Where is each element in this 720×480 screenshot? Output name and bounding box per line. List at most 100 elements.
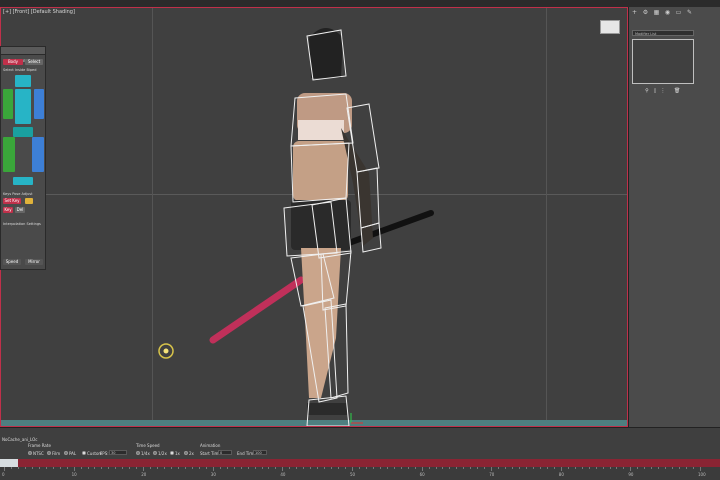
spine-button[interactable] — [15, 89, 31, 124]
ruler-minor-tick — [553, 467, 555, 469]
make-unique-icon[interactable]: ⋮ — [660, 88, 666, 94]
ruler-minor-tick — [616, 467, 618, 469]
r-leg-button[interactable] — [32, 137, 44, 172]
time-slider[interactable] — [0, 459, 18, 467]
scene-canvas[interactable] — [1, 8, 628, 427]
mirror-button[interactable]: Mirror — [25, 259, 43, 265]
pelvis-button[interactable] — [13, 127, 33, 137]
speed-2x-radio[interactable] — [184, 451, 188, 455]
ruler-minor-tick — [66, 467, 68, 469]
pal-radio[interactable] — [64, 451, 68, 455]
foot-button[interactable] — [13, 177, 33, 185]
ruler-minor-tick — [637, 467, 639, 469]
viewport-front[interactable]: [+] [Front] [Default Shading] — [0, 7, 628, 427]
biped-floater-panel[interactable]: Biped Pose Editor Body Select Select Ins… — [0, 46, 46, 270]
speed-button[interactable]: Speed — [3, 259, 21, 265]
floater-title-bar[interactable]: Biped Pose Editor — [1, 47, 45, 63]
ruler-minor-tick — [317, 467, 319, 469]
key-yellow-button[interactable] — [25, 198, 33, 204]
speed-1x-label: 1x — [175, 451, 180, 456]
modifier-stack[interactable] — [632, 39, 694, 84]
set-key-button[interactable]: Set Key — [3, 198, 21, 204]
ruler-tick — [282, 467, 284, 471]
start-time-field[interactable]: 0 — [218, 450, 232, 455]
speed-1x-radio[interactable] — [170, 451, 174, 455]
ruler-minor-tick — [442, 467, 444, 469]
ntsc-radio[interactable] — [28, 451, 32, 455]
ruler-minor-tick — [505, 467, 507, 469]
head-button[interactable] — [15, 75, 31, 87]
ruler-tick-label: 70 — [489, 472, 495, 477]
ruler-tick — [421, 467, 423, 471]
ruler-tick-label: 60 — [419, 472, 425, 477]
delete-key-button[interactable]: Del — [15, 207, 25, 213]
ruler-minor-tick — [178, 467, 179, 469]
ruler-minor-tick — [449, 467, 451, 469]
ruler-minor-tick — [59, 467, 61, 469]
ruler-minor-tick — [588, 467, 590, 469]
key-button[interactable]: Key — [3, 207, 13, 213]
frame-rate-title: Frame Rate — [28, 443, 51, 448]
ruler-minor-tick — [512, 467, 514, 469]
ruler-minor-tick — [463, 467, 465, 469]
hierarchy-icon[interactable]: ▦ — [653, 9, 660, 16]
frame-ruler[interactable]: 0 10 20 30 40 50 60 70 80 90 100 — [0, 467, 720, 480]
ruler-minor-tick — [623, 467, 625, 469]
ruler-minor-tick — [115, 467, 117, 469]
time-configuration-panel[interactable]: NoCache_ani_LOc Frame Rate NTSC Film PAL… — [0, 427, 720, 460]
motion-icon[interactable]: ◉ — [664, 9, 671, 16]
utilities-icon[interactable]: ✎ — [686, 9, 693, 16]
timeline-track[interactable] — [0, 459, 720, 467]
command-panel[interactable]: + ⚙ ▦ ◉ ▭ ✎ Modifier List ⚲ ▯ ⋮ 🗑 — [628, 7, 720, 427]
create-tab[interactable]: + — [631, 9, 638, 16]
ruler-tick-label: 90 — [628, 472, 634, 477]
speed-2x-label: 2x — [189, 451, 194, 456]
end-time-field[interactable]: 100 — [253, 450, 267, 455]
ruler-minor-tick — [310, 467, 312, 469]
modifier-list-dropdown[interactable]: Modifier List — [632, 30, 694, 36]
ruler-minor-tick — [379, 467, 381, 469]
display-icon[interactable]: ▭ — [675, 9, 682, 16]
pin-stack-icon[interactable]: ⚲ — [644, 88, 650, 94]
custom-radio[interactable] — [82, 451, 86, 455]
fps-field[interactable]: 30 — [109, 450, 127, 455]
ruler-minor-tick — [644, 467, 646, 469]
sword-blade[interactable] — [209, 276, 305, 344]
ruler-minor-tick — [686, 467, 688, 469]
remove-modifier-icon[interactable]: 🗑 — [674, 88, 680, 94]
ruler-tick-label: 40 — [280, 472, 286, 477]
select-inside-label[interactable]: Select Inside Biped — [3, 68, 36, 72]
select-button[interactable]: Select — [25, 59, 43, 65]
ruler-minor-tick — [546, 467, 548, 469]
ruler-minor-tick — [129, 467, 131, 469]
film-radio[interactable] — [47, 451, 51, 455]
l-clavicle-button[interactable] — [3, 89, 13, 119]
ruler-tick — [73, 467, 75, 471]
move-gizmo-icon[interactable] — [350, 413, 363, 424]
ruler-minor-tick — [87, 467, 89, 469]
interpolation-label: Interpolation Settings — [3, 222, 41, 226]
ruler-minor-tick — [602, 467, 604, 469]
r-clavicle-button[interactable] — [34, 89, 44, 119]
body-button[interactable]: Body — [3, 59, 23, 65]
l-leg-button[interactable] — [3, 137, 15, 172]
speed-quarter-radio[interactable] — [136, 451, 140, 455]
speed-half-radio[interactable] — [153, 451, 157, 455]
ruler-minor-tick — [609, 467, 611, 469]
ruler-minor-tick — [393, 467, 395, 469]
ruler-minor-tick — [595, 467, 597, 469]
ruler-tick — [630, 467, 632, 471]
main-toolbar — [0, 0, 720, 7]
ruler-minor-tick — [331, 467, 333, 469]
ruler-tick-label: 20 — [141, 472, 147, 477]
ruler-minor-tick — [108, 467, 110, 469]
modify-icon[interactable]: ⚙ — [642, 9, 649, 16]
ruler-minor-tick — [219, 467, 221, 469]
speed-half-label: 1/2x — [158, 451, 167, 456]
film-label: Film — [52, 451, 61, 456]
ruler-minor-tick — [407, 467, 409, 469]
ruler-minor-tick — [693, 467, 695, 469]
ruler-minor-tick — [191, 467, 193, 469]
show-end-icon[interactable]: ▯ — [652, 88, 658, 94]
ruler-tick — [352, 467, 353, 471]
